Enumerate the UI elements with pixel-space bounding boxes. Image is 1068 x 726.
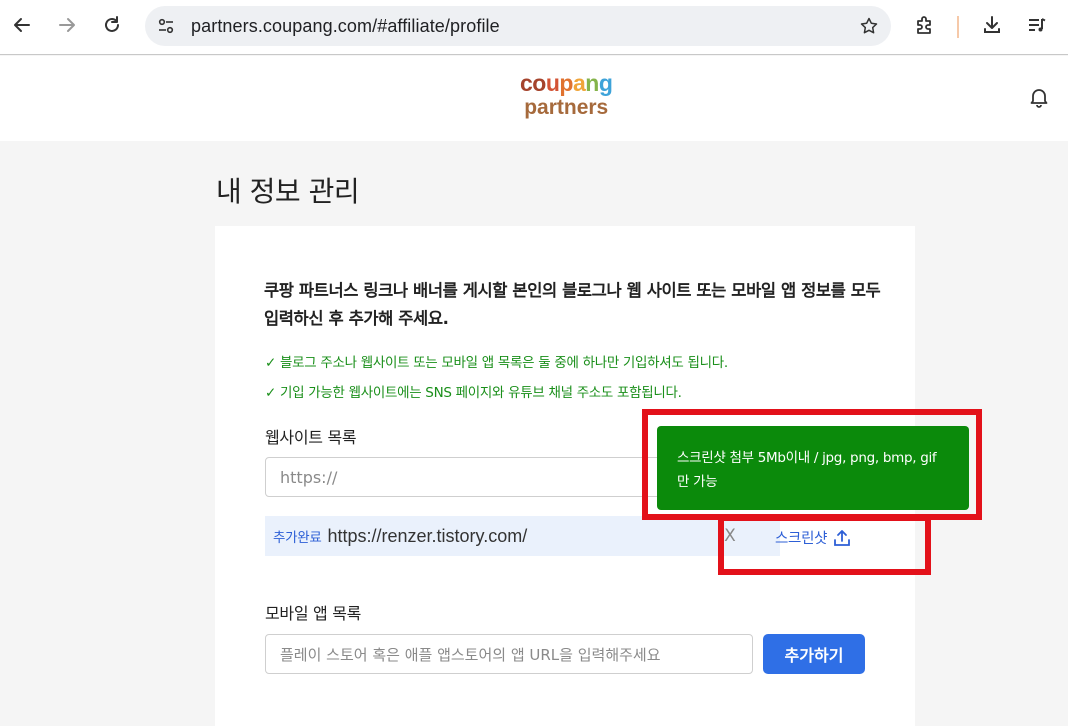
highlight-box-screenshot — [718, 515, 931, 575]
browser-toolbar: partners.coupang.com/#affiliate/profile — [0, 0, 1068, 55]
forward-arrow-icon[interactable] — [50, 8, 84, 42]
logo-subtitle: partners — [524, 96, 609, 119]
website-url-placeholder: https:// — [280, 467, 338, 487]
logo-letter: g — [598, 70, 613, 96]
logo-letter: u — [545, 70, 560, 96]
website-url-input[interactable]: https:// — [265, 457, 665, 497]
note-item: ✓ 기입 가능한 웹사이트에는 SNS 페이지와 유튜브 채널 주소도 포함됩니다… — [265, 381, 682, 401]
media-controls-icon[interactable] — [1020, 8, 1054, 42]
website-list-label: 웹사이트 목록 — [265, 428, 357, 447]
logo-letter: n — [585, 70, 599, 96]
extensions-icon[interactable] — [908, 8, 942, 42]
coupang-partners-logo[interactable]: coupang partners — [520, 70, 613, 119]
logo-letter: c — [520, 70, 533, 96]
logo-letter: p — [559, 70, 573, 96]
bookmark-star-icon[interactable] — [857, 14, 881, 38]
mobile-app-url-placeholder: 플레이 스토어 혹은 애플 앱스토어의 앱 URL을 입력해주세요 — [280, 645, 661, 664]
add-app-button[interactable]: 추가하기 — [763, 634, 865, 674]
back-arrow-icon[interactable] — [5, 8, 39, 42]
intro-text: 쿠팡 파트너스 링크나 배너를 게시할 본인의 블로그나 웹 사이트 또는 모바… — [264, 281, 881, 328]
note-text: 블로그 주소나 웹사이트 또는 모바일 앱 목록은 둘 중에 하나만 기입하셔도… — [280, 355, 728, 371]
notification-bell-icon[interactable] — [1026, 84, 1052, 110]
address-bar[interactable]: partners.coupang.com/#affiliate/profile — [145, 6, 891, 46]
added-website-row: 추가완료 https://renzer.tistory.com/ — [265, 516, 780, 556]
added-website-url: https://renzer.tistory.com/ — [327, 525, 528, 546]
logo-wordmark: coupang — [520, 70, 613, 96]
logo-letter: a — [572, 70, 586, 96]
site-header: coupang partners — [0, 56, 1068, 141]
note-item: ✓ 블로그 주소나 웹사이트 또는 모바일 앱 목록은 둘 중에 하나만 기입하셔… — [265, 351, 728, 371]
screenshot-tooltip: 스크린샷 첨부 5Mb이내 / jpg, png, bmp, gif 만 가능 — [657, 426, 969, 510]
page-title: 내 정보 관리 — [216, 175, 360, 208]
logo-letter: o — [532, 70, 546, 96]
url-text[interactable]: partners.coupang.com/#affiliate/profile — [191, 16, 500, 37]
note-text: 기입 가능한 웹사이트에는 SNS 페이지와 유튜브 채널 주소도 포함됩니다. — [280, 385, 682, 401]
mobile-app-list-label: 모바일 앱 목록 — [265, 604, 362, 623]
added-status-badge: 추가완료 — [273, 530, 322, 546]
mobile-app-url-input[interactable]: 플레이 스토어 혹은 애플 앱스토어의 앱 URL을 입력해주세요 — [265, 634, 753, 674]
check-icon: ✓ — [265, 385, 277, 401]
toolbar-divider — [957, 16, 959, 38]
site-info-icon[interactable] — [154, 14, 178, 38]
reload-icon[interactable] — [95, 8, 129, 42]
check-icon: ✓ — [265, 355, 277, 371]
download-icon[interactable] — [975, 8, 1009, 42]
